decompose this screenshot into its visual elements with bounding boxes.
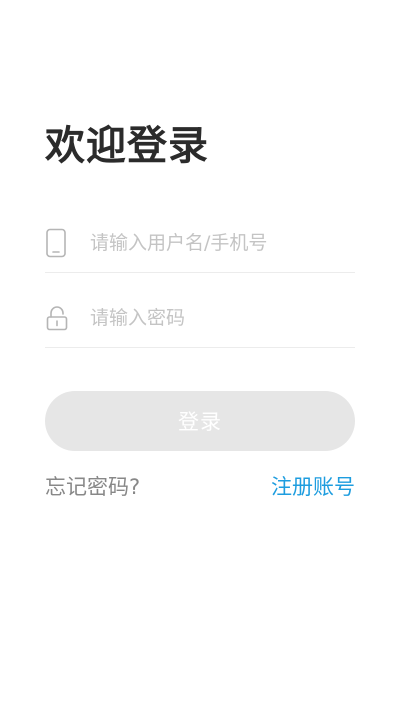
username-row (45, 214, 355, 273)
password-row (45, 289, 355, 348)
password-input[interactable] (90, 307, 340, 329)
forgot-password-link[interactable]: 忘记密码? (45, 472, 140, 502)
login-button[interactable]: 登录 (45, 391, 355, 451)
lock-icon (45, 302, 73, 334)
login-screen: 欢迎登录 登录 忘记密码? 注册账号 (0, 0, 400, 720)
register-link[interactable]: 注册账号 (271, 472, 355, 502)
username-input[interactable] (90, 232, 340, 254)
phone-icon (45, 227, 73, 259)
page-title: 欢迎登录 (45, 123, 209, 169)
